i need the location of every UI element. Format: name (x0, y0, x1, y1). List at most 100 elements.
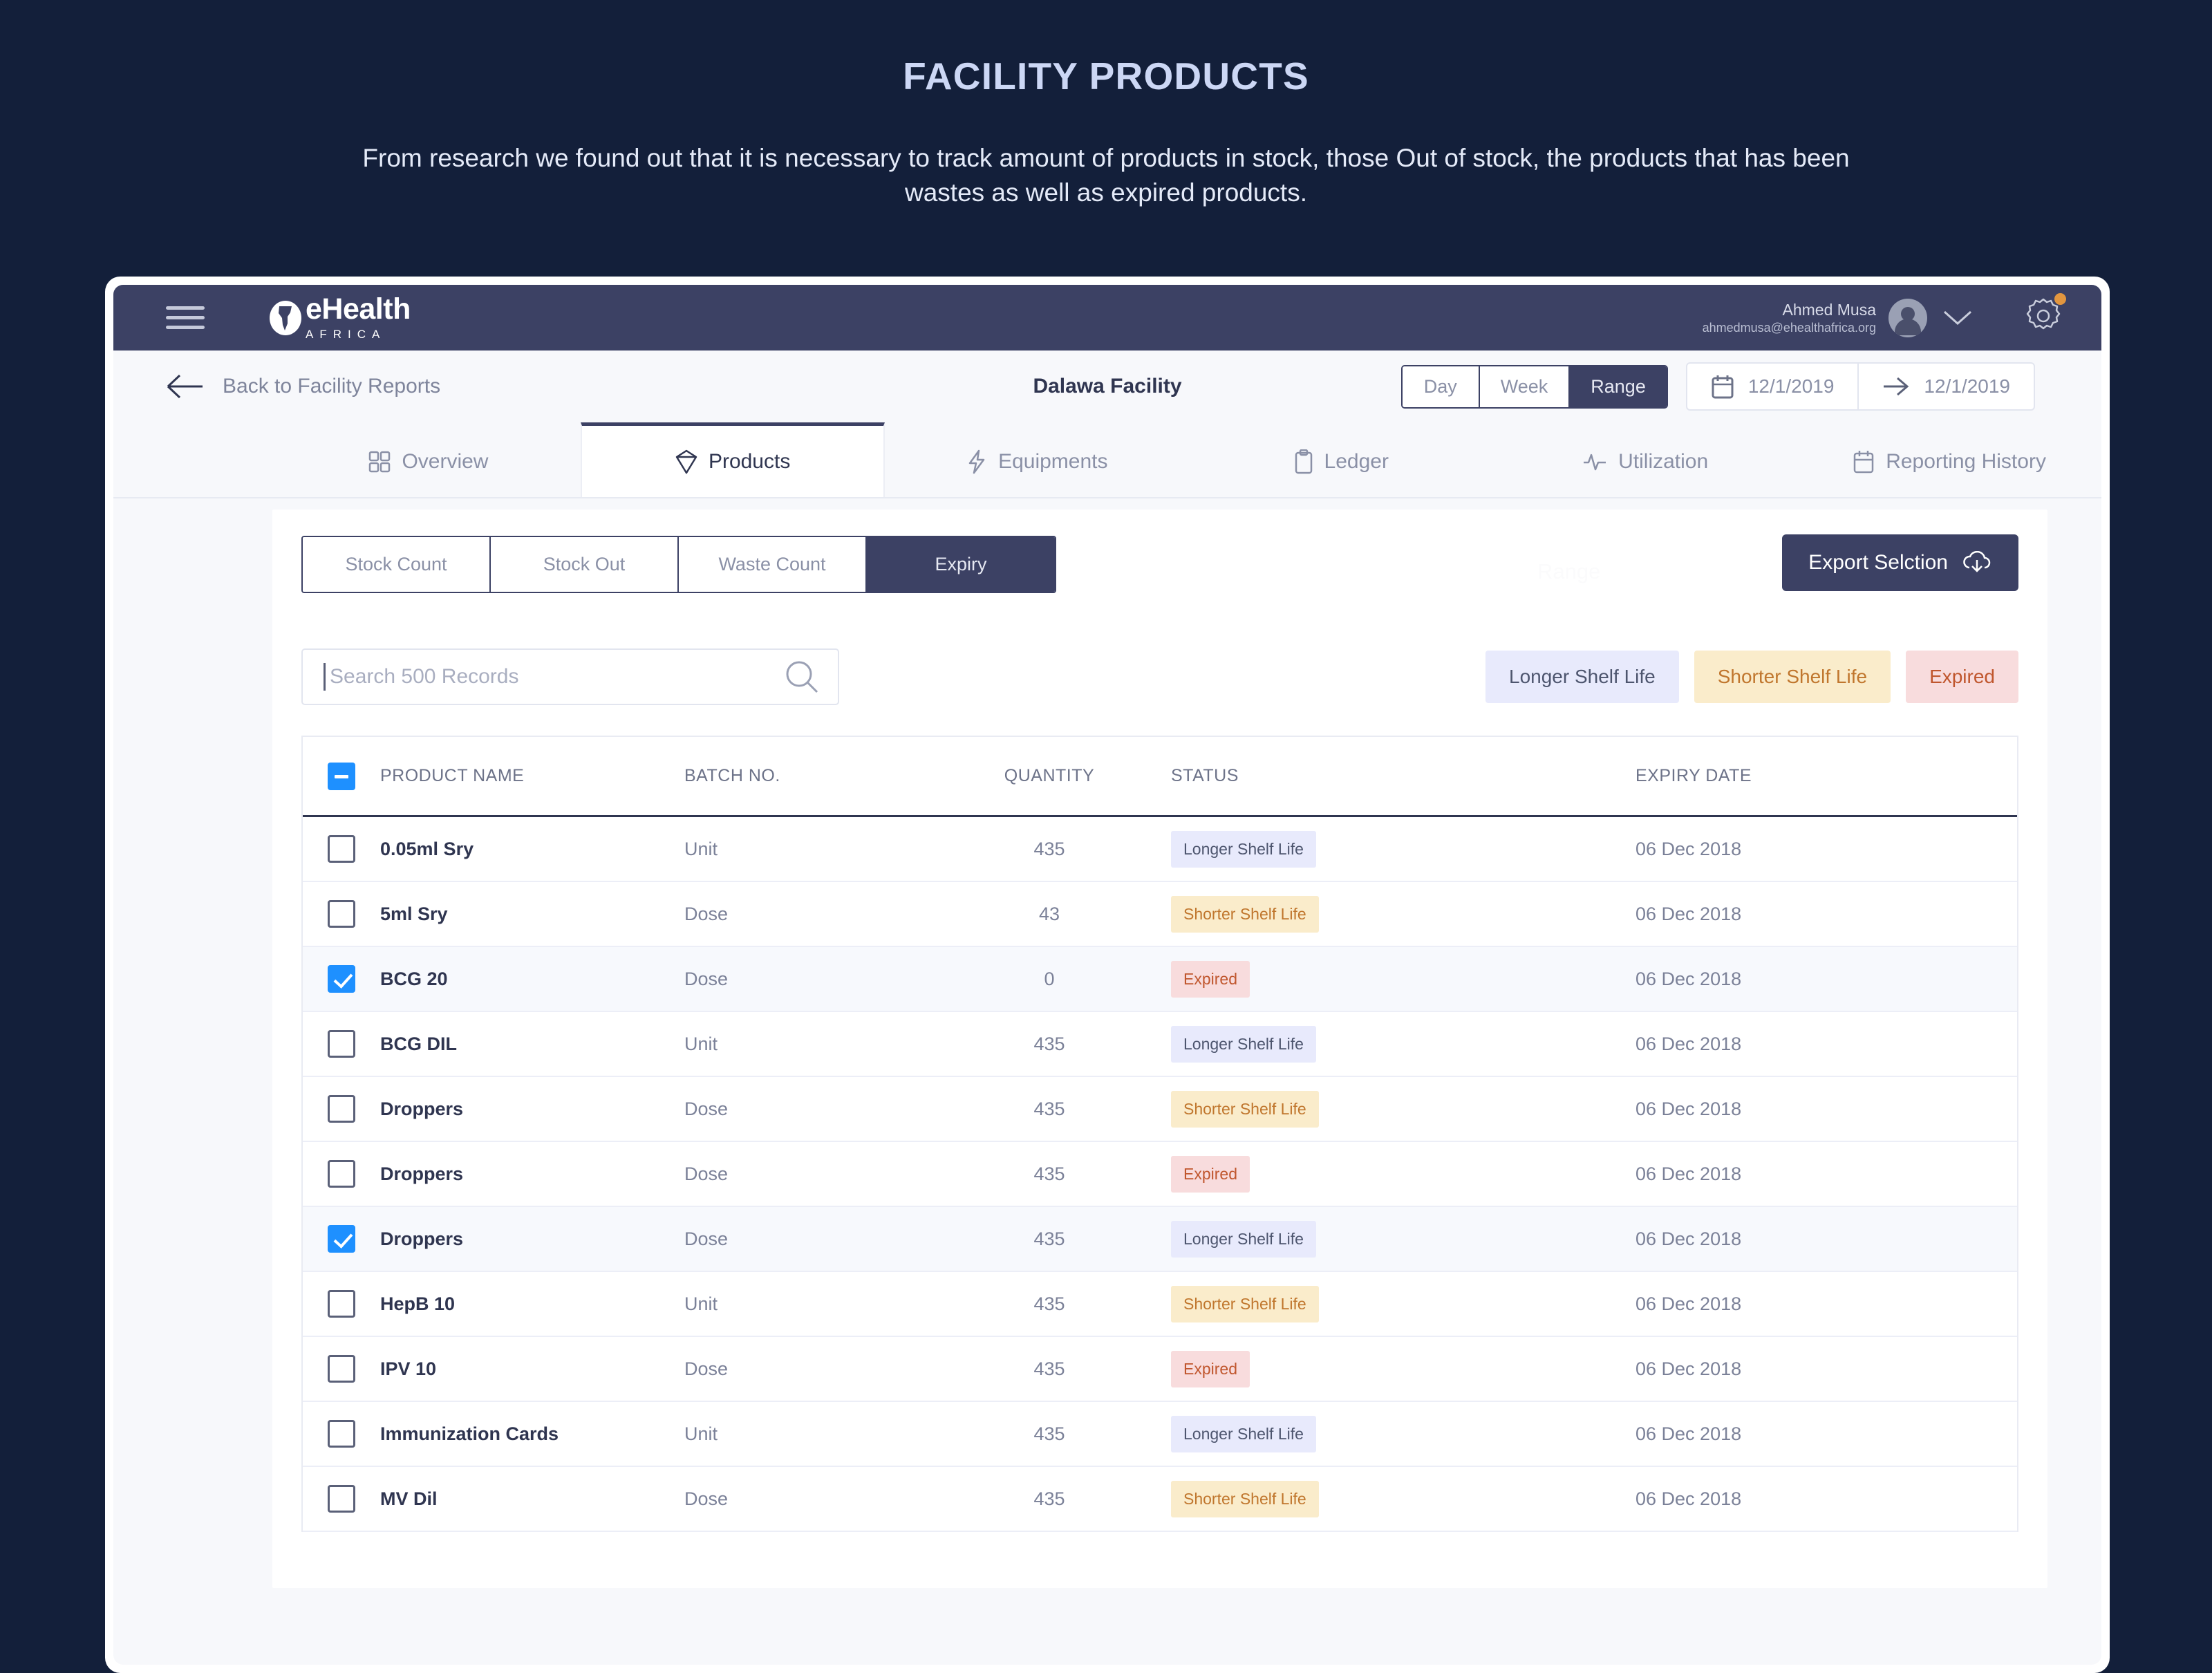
export-selection-button[interactable]: Export Selction (1782, 534, 2018, 591)
row-checkbox[interactable] (328, 1225, 355, 1253)
cell-batch-no: Unit (684, 1423, 718, 1444)
row-checkbox[interactable] (328, 1485, 355, 1513)
date-to-field[interactable]: 12/1/2019 (1859, 364, 2034, 409)
text-caret (324, 663, 326, 691)
bolt-icon (966, 449, 987, 474)
row-checkbox[interactable] (328, 1420, 355, 1448)
cell-status: Longer Shelf Life (1171, 1415, 1635, 1452)
cell-expiry-date: 06 Dec 2018 (1635, 1293, 1742, 1314)
chip-shorter-shelf-life[interactable]: Shorter Shelf Life (1694, 651, 1891, 703)
products-subtabs: Stock Count Stock Out Waste Count Expiry (301, 536, 1056, 593)
column-header-batch-no[interactable]: BATCH NO. (684, 766, 928, 786)
cell-status: Shorter Shelf Life (1171, 1285, 1635, 1322)
row-checkbox[interactable] (328, 835, 355, 863)
table-row[interactable]: Immunization Cards Unit 435 Longer Shelf Li… (303, 1402, 2017, 1467)
main-tabs: Overview Products Equipments Ledger Util… (113, 422, 2101, 498)
range-mode-range[interactable]: Range (1570, 366, 1667, 407)
cell-quantity: 435 (1033, 838, 1065, 859)
column-header-quantity[interactable]: QUANTITY (928, 766, 1171, 786)
status-badge: Shorter Shelf Life (1171, 1480, 1319, 1517)
row-select-cell (328, 1420, 380, 1448)
table-row[interactable]: 5ml Sry Dose 43 Shorter Shelf Life 06 Dec 20… (303, 882, 2017, 947)
column-header-expiry-date[interactable]: EXPIRY DATE (1635, 766, 1995, 786)
brand-text: eHealth AFRICA (306, 294, 411, 342)
table-row[interactable]: 0.05ml Sry Unit 435 Longer Shelf Life 06 Dec… (303, 817, 2017, 882)
table-row[interactable]: Droppers Dose 435 Longer Shelf Life 06 Dec 2… (303, 1207, 2017, 1272)
panel-toolbar: Stock Count Stock Out Waste Count Expiry… (272, 510, 2047, 593)
cell-status: Shorter Shelf Life (1171, 895, 1635, 933)
tab-reporting-history[interactable]: Reporting History (1797, 422, 2101, 497)
subtab-waste-count[interactable]: Waste Count (679, 537, 867, 592)
tab-equipments[interactable]: Equipments (885, 422, 1189, 497)
tab-overview[interactable]: Overview (276, 422, 581, 497)
cell-batch-no: Dose (684, 1228, 729, 1249)
column-header-product-name[interactable]: PRODUCT NAME (380, 766, 684, 786)
row-select-cell (328, 1225, 380, 1253)
row-checkbox[interactable] (328, 900, 355, 928)
cell-expiry-date: 06 Dec 2018 (1635, 1098, 1742, 1119)
status-badge: Longer Shelf Life (1171, 1220, 1316, 1258)
subtab-expiry[interactable]: Expiry (867, 537, 1055, 592)
cell-batch-no: Unit (684, 1033, 718, 1054)
search-input[interactable]: Search 500 Records (301, 648, 839, 705)
arrow-right-icon (1884, 377, 1909, 396)
table-row[interactable]: MV Dil Dose 435 Shorter Shelf Life 06 Dec 20… (303, 1467, 2017, 1532)
cell-expiry-date: 06 Dec 2018 (1635, 1033, 1742, 1054)
chevron-down-icon[interactable] (1942, 309, 1973, 327)
settings-button[interactable] (2021, 293, 2066, 342)
table-row[interactable]: HepB 10 Unit 435 Shorter Shelf Life 06 Dec 2… (303, 1272, 2017, 1337)
cell-quantity: 435 (1033, 1423, 1065, 1444)
brand-logo: eHealth AFRICA (268, 294, 411, 342)
row-checkbox[interactable] (328, 965, 355, 993)
tab-overview-label: Overview (402, 449, 489, 473)
tab-products-label: Products (708, 449, 791, 473)
table-row[interactable]: Droppers Dose 435 Expired 06 Dec 2018 (303, 1142, 2017, 1207)
tab-ledger[interactable]: Ledger (1189, 422, 1493, 497)
cell-product-name: BCG DIL (380, 1033, 457, 1054)
cell-quantity: 435 (1033, 1163, 1065, 1184)
row-select-cell (328, 965, 380, 993)
row-checkbox[interactable] (328, 1355, 355, 1383)
cell-product-name: Droppers (380, 1098, 464, 1119)
date-from-field[interactable]: 12/1/2019 (1687, 364, 1859, 409)
tab-reporting-history-label: Reporting History (1886, 449, 2046, 473)
search-icon[interactable] (784, 659, 820, 695)
back-to-facility-reports-link[interactable]: Back to Facility Reports (166, 373, 440, 400)
range-mode-week[interactable]: Week (1479, 366, 1571, 407)
cell-status: Longer Shelf Life (1171, 830, 1635, 868)
table-body: 0.05ml Sry Unit 435 Longer Shelf Life 06 Dec… (303, 817, 2017, 1532)
range-mode-day[interactable]: Day (1402, 366, 1480, 407)
sub-header: Back to Facility Reports Dalawa Facility… (113, 351, 2101, 422)
cell-status: Expired (1171, 1350, 1635, 1387)
row-checkbox[interactable] (328, 1095, 355, 1123)
table-row[interactable]: BCG 20 Dose 0 Expired 06 Dec 2018 (303, 947, 2017, 1012)
chip-longer-shelf-life[interactable]: Longer Shelf Life (1485, 651, 1679, 703)
intro-block: FACILITY PRODUCTS From research we found… (0, 0, 2212, 210)
top-bar: eHealth AFRICA Ahmed Musa ahmedmusa@ehea… (113, 285, 2101, 351)
cell-quantity: 435 (1033, 1228, 1065, 1249)
row-select-cell (328, 835, 380, 863)
row-checkbox[interactable] (328, 1290, 355, 1318)
chip-expired[interactable]: Expired (1906, 651, 2018, 703)
tab-utilization[interactable]: Utilization (1493, 422, 1797, 497)
column-header-status[interactable]: STATUS (1171, 766, 1635, 786)
subtab-stock-out[interactable]: Stock Out (491, 537, 679, 592)
table-row[interactable]: IPV 10 Dose 435 Expired 06 Dec 2018 (303, 1337, 2017, 1402)
subtab-stock-count[interactable]: Stock Count (303, 537, 491, 592)
row-checkbox[interactable] (328, 1160, 355, 1188)
user-info[interactable]: Ahmed Musa ahmedmusa@ehealthafrica.org (1703, 300, 1876, 335)
table-row[interactable]: Droppers Dose 435 Shorter Shelf Life 06 Dec … (303, 1077, 2017, 1142)
cell-status: Expired (1171, 960, 1635, 998)
cell-expiry-date: 06 Dec 2018 (1635, 838, 1742, 859)
row-select-cell (328, 1485, 380, 1513)
select-all-checkbox[interactable] (328, 762, 355, 790)
table-row[interactable]: BCG DIL Unit 435 Longer Shelf Life 06 Dec 20… (303, 1012, 2017, 1077)
row-checkbox[interactable] (328, 1030, 355, 1058)
avatar[interactable] (1888, 298, 1927, 337)
tab-products[interactable]: Products (580, 422, 885, 497)
products-table: PRODUCT NAME BATCH NO. QUANTITY STATUS E… (301, 736, 2018, 1532)
row-select-cell (328, 1355, 380, 1383)
cell-product-name: Droppers (380, 1163, 464, 1184)
hamburger-icon[interactable] (166, 300, 205, 335)
page-subtitle: From research we found out that it is ne… (362, 144, 1850, 207)
